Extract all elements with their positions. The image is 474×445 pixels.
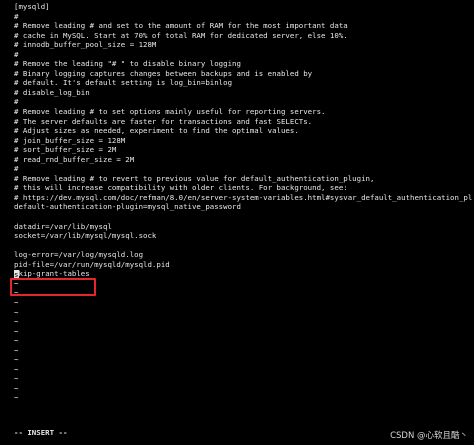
- editor-line: # Remove leading # to set options mainly…: [14, 107, 326, 117]
- empty-lines: ~ ~ ~ ~ ~ ~ ~ ~ ~ ~ ~ ~ ~: [14, 279, 472, 403]
- vim-mode-status: -- INSERT --: [14, 428, 68, 437]
- editor-line: # Adjust sizes as needed, experiment to …: [14, 126, 299, 136]
- empty-line-tilde: ~: [14, 317, 19, 327]
- editor-line: # sort_buffer_size = 2M: [14, 145, 117, 155]
- editor-line: # innodb_buffer_pool_size = 128M: [14, 40, 157, 50]
- editor-line: # this will increase compatibility with …: [14, 183, 348, 193]
- editor-line: # Binary logging captures changes betwee…: [14, 68, 313, 78]
- empty-line-tilde: ~: [14, 374, 19, 384]
- empty-line-tilde: ~: [14, 393, 19, 403]
- editor-line: #: [14, 11, 19, 21]
- editor-line: socket=/var/lib/mysql/mysql.sock: [14, 231, 157, 241]
- editor-line: #: [14, 97, 19, 107]
- empty-line-tilde: ~: [14, 326, 19, 336]
- empty-line-tilde: ~: [14, 307, 19, 317]
- empty-line-tilde: ~: [14, 383, 19, 393]
- editor-line: # default. It's default setting is log_b…: [14, 78, 233, 88]
- terminal-window[interactable]: [mysqld] # # Remove leading # and set to…: [0, 0, 474, 445]
- empty-line-tilde: ~: [14, 336, 19, 346]
- skip-grant-tables-text: kip-grant-tables: [18, 269, 90, 279]
- editor-line: # disable_log_bin: [14, 87, 90, 97]
- editor-line: # Remove leading # to revert to previous…: [14, 173, 375, 183]
- editor-line: # Remove the leading "# " to disable bin…: [14, 59, 241, 69]
- empty-line-tilde: ~: [14, 364, 19, 374]
- empty-line-tilde: ~: [14, 345, 19, 355]
- editor-line: # Remove leading # and set to the amount…: [14, 21, 348, 31]
- editor-line: #: [14, 164, 19, 174]
- editor-line: # https://dev.mysql.com/doc/refman/8.0/e…: [14, 192, 472, 202]
- editor-line: default-authentication-plugin=mysql_nati…: [14, 202, 241, 212]
- empty-line-tilde: ~: [14, 297, 19, 307]
- editor-line: # The server defaults are faster for tra…: [14, 116, 313, 126]
- watermark: CSDN @心软且酷丶: [390, 431, 468, 441]
- empty-line-tilde: ~: [14, 355, 19, 365]
- editor-line: pid-file=/var/run/mysqld/mysqld.pid: [14, 259, 170, 269]
- editor-line: # cache in MySQL. Start at 70% of total …: [14, 30, 348, 40]
- editor-line: [mysqld]: [14, 2, 50, 11]
- editor-line: log-error=/var/log/mysqld.log: [14, 250, 144, 260]
- editor-line: datadir=/var/lib/mysql: [14, 221, 112, 231]
- editor-line: # join_buffer_size = 128M: [14, 135, 126, 145]
- vim-editor-buffer[interactable]: [mysqld] # # Remove leading # and set to…: [14, 2, 472, 403]
- editor-line: # read_rnd_buffer_size = 2M: [14, 154, 135, 164]
- editor-line: #: [14, 49, 19, 59]
- highlight-annotation-box: [10, 278, 96, 296]
